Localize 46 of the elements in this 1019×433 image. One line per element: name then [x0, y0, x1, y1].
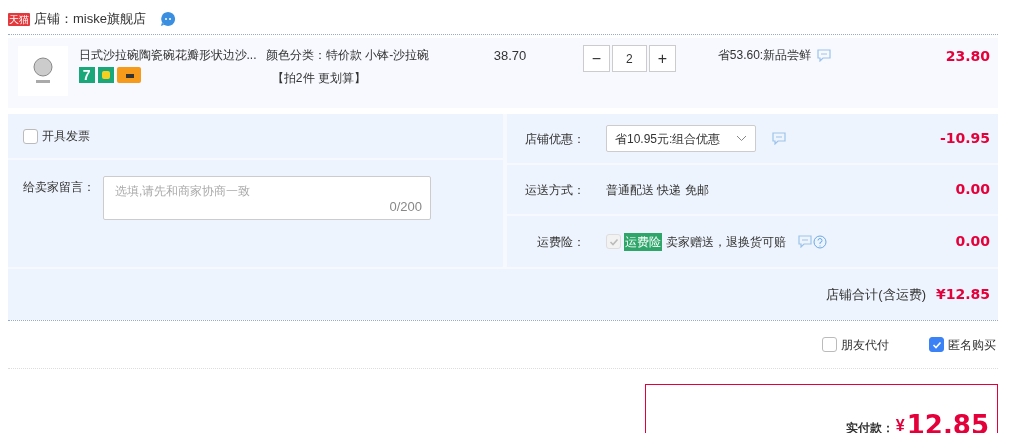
- discount-select[interactable]: 省10.95元:组合优惠: [606, 125, 756, 152]
- payment-currency: ¥: [895, 416, 905, 433]
- shipping-text: 普通配送 快递 免邮: [606, 181, 709, 199]
- invoice-label[interactable]: 开具发票: [42, 127, 90, 145]
- checkmark-icon: [931, 339, 942, 350]
- item-subtotal: 23.80: [945, 47, 990, 66]
- row-label: 运费险：: [536, 233, 585, 251]
- card-icon: [116, 67, 141, 83]
- increase-button[interactable]: +: [648, 45, 676, 72]
- decrease-button[interactable]: −: [582, 45, 610, 72]
- promo-text: 【拍2件 更划算】: [271, 70, 367, 87]
- service-tag: 7: [78, 67, 95, 83]
- store-name[interactable]: 店铺：miske旗舰店: [34, 9, 146, 29]
- row-amount: -10.95: [939, 129, 990, 148]
- message-field[interactable]: 选填,请先和商家协商一致 0/200: [103, 176, 431, 220]
- chat-icon[interactable]: [159, 11, 176, 27]
- char-counter: 0/200: [389, 197, 422, 216]
- option-checkbox[interactable]: [822, 337, 837, 352]
- insurance-checkbox[interactable]: [606, 234, 621, 249]
- store-total-label: 店铺合计(含运费): [826, 285, 926, 304]
- option-label[interactable]: 朋友代付: [841, 335, 889, 354]
- chevron-down-icon: [736, 135, 747, 142]
- insurance-text: 卖家赠送，退换货可赔: [666, 233, 786, 251]
- message-input[interactable]: 选填,请先和商家协商一致: [104, 177, 430, 200]
- invoice-checkbox[interactable]: [23, 128, 38, 144]
- row-amount: 0.00: [955, 180, 990, 199]
- product-title[interactable]: 日式沙拉碗陶瓷碗花瓣形状边沙...: [78, 46, 257, 64]
- store-badge: 天猫: [8, 12, 30, 26]
- unit-price: 38.70: [493, 47, 528, 65]
- bag-icon: [97, 67, 114, 83]
- sku-text: 颜色分类：特价款 小钵-沙拉碗: [265, 47, 431, 64]
- row-amount: 0.00: [955, 232, 990, 251]
- message-label: 给卖家留言：: [23, 179, 95, 196]
- checkmark-icon: [608, 236, 619, 247]
- option-label[interactable]: 匿名购买: [948, 335, 996, 354]
- help-icon[interactable]: [813, 234, 827, 249]
- store-total-amount: ¥12.85: [935, 285, 990, 304]
- comment-icon[interactable]: [817, 49, 832, 62]
- discount-text: 省53.60:新品尝鲜: [717, 47, 812, 64]
- insurance-tag: 运费险: [624, 232, 662, 251]
- quantity-field[interactable]: 2: [611, 45, 647, 72]
- comment-icon[interactable]: [772, 132, 786, 145]
- option-checkbox[interactable]: [929, 337, 944, 352]
- row-label: 店铺优惠：: [524, 130, 585, 148]
- comment-icon[interactable]: [798, 235, 812, 248]
- row-label: 运送方式：: [524, 181, 585, 199]
